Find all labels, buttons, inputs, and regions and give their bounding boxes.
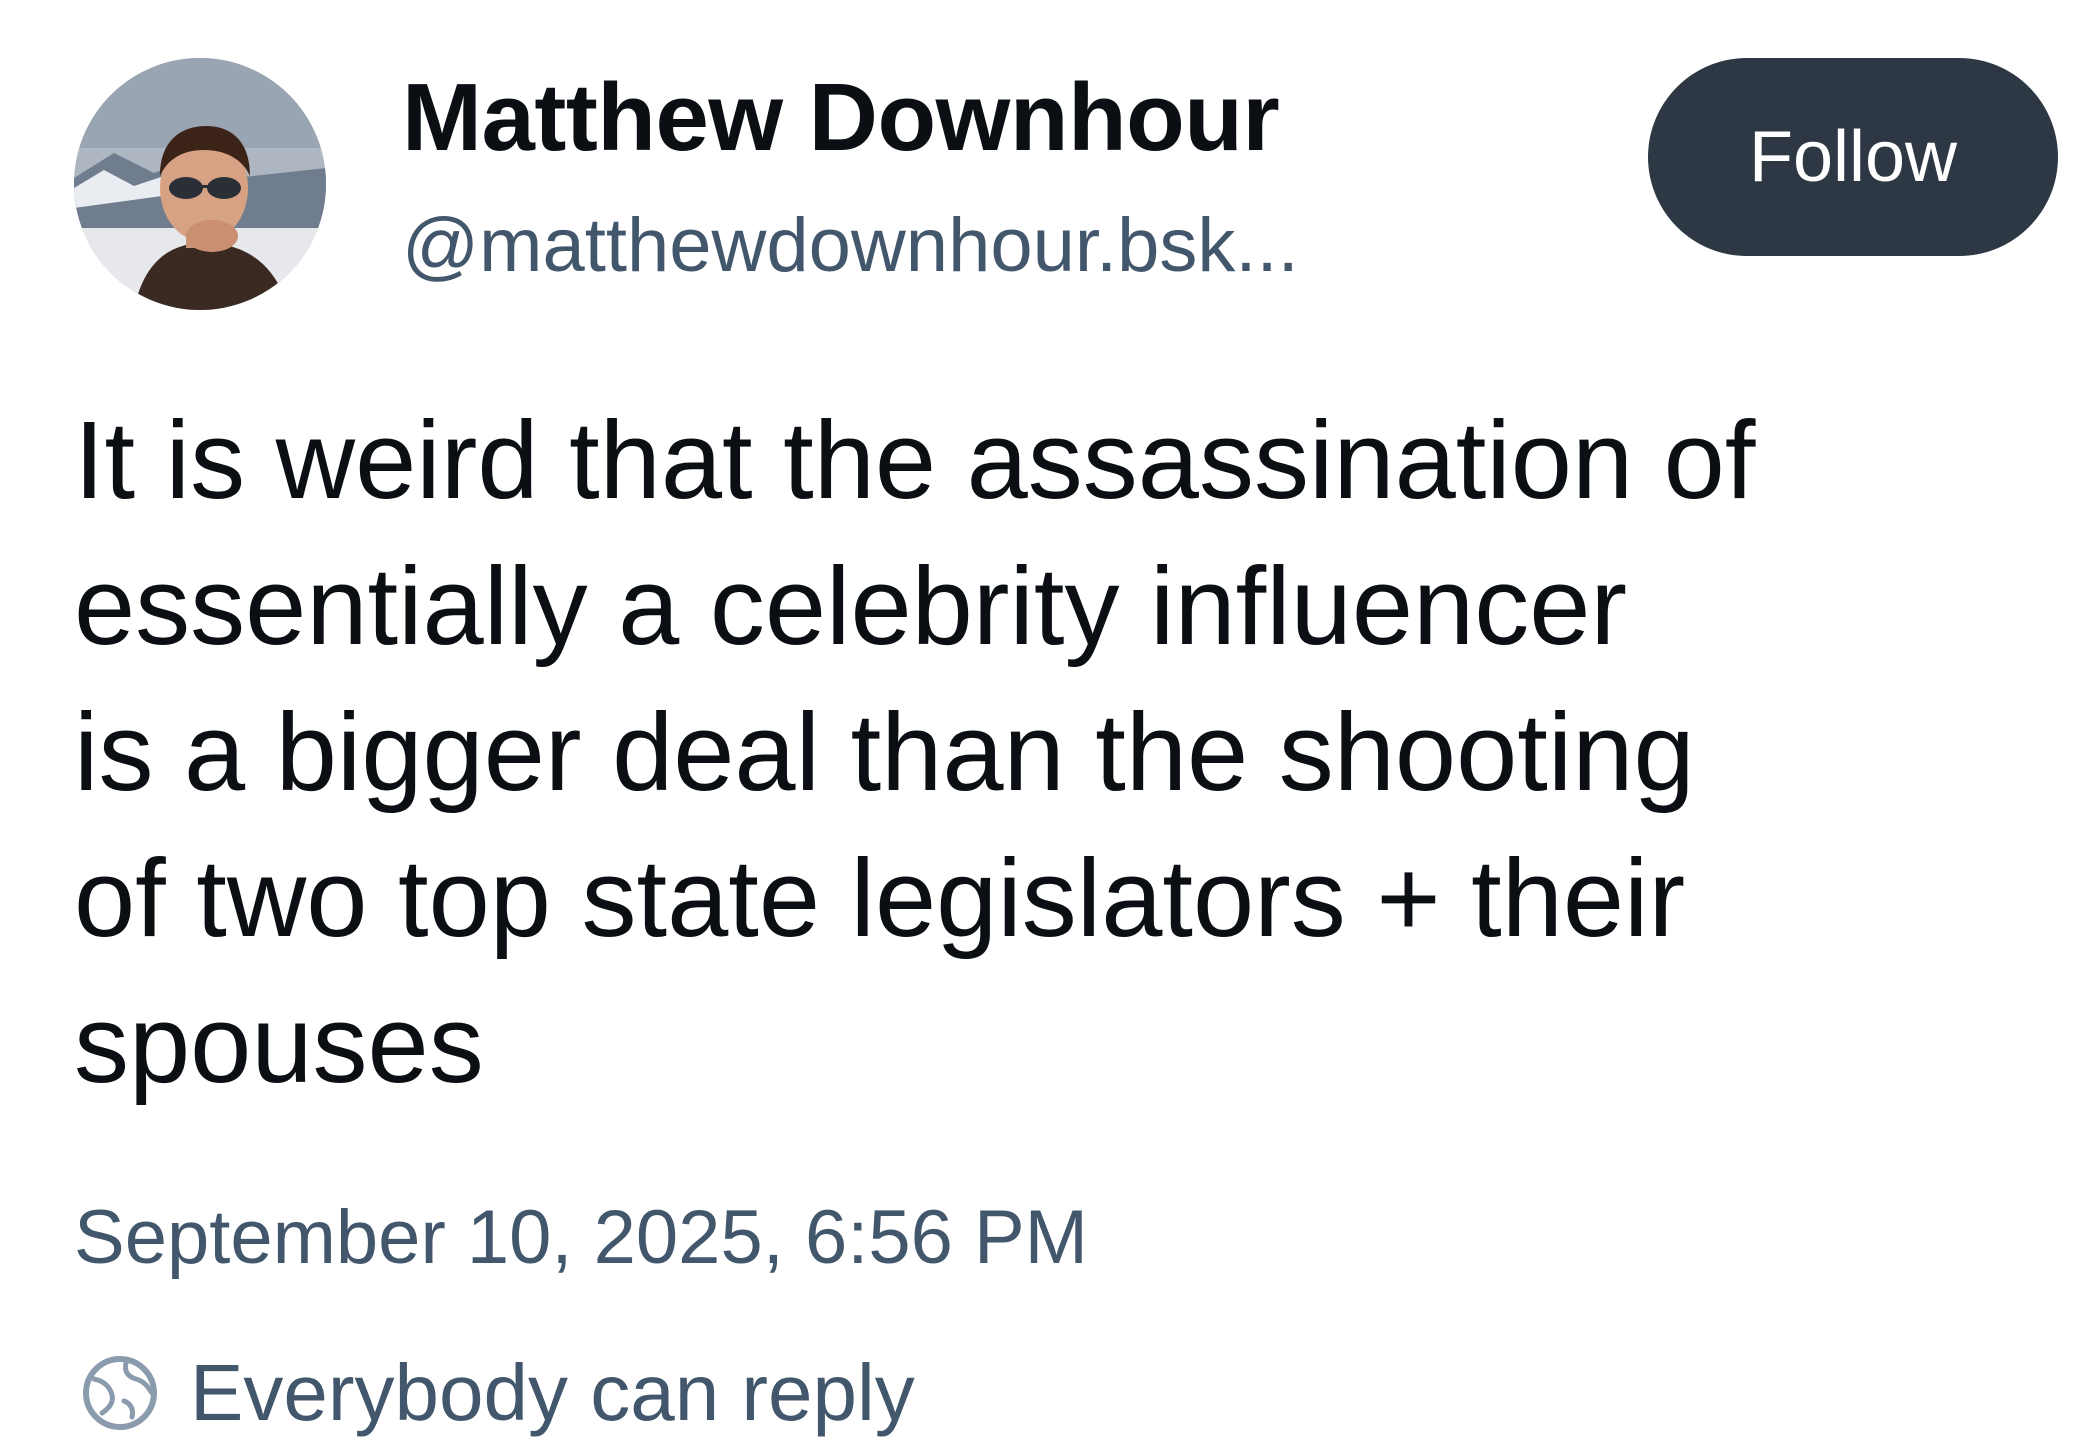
- post-card: Matthew Downhour @matthewdownhour.bsk...…: [0, 0, 2098, 1434]
- globe-icon: [80, 1353, 160, 1433]
- avatar[interactable]: [74, 58, 326, 310]
- post-text-line: spouses: [74, 983, 484, 1106]
- post-text-line: It is weird that the assassination of: [74, 399, 1756, 522]
- post-timestamp: September 10, 2025, 6:56 PM: [74, 1195, 1088, 1280]
- reply-setting-label: Everybody can reply: [190, 1348, 915, 1437]
- post-text: It is weird that the assassination of es…: [74, 388, 2034, 1118]
- author-handle[interactable]: @matthewdownhour.bsk...: [402, 208, 1582, 284]
- author-info: Matthew Downhour @matthewdownhour.bsk...: [402, 70, 1582, 284]
- author-display-name[interactable]: Matthew Downhour: [402, 70, 1582, 166]
- reply-setting[interactable]: Everybody can reply: [80, 1348, 915, 1438]
- follow-button[interactable]: Follow: [1648, 58, 2058, 256]
- post-text-line: of two top state legislators + their: [74, 837, 1686, 960]
- post-text-line: essentially a celebrity influencer: [74, 545, 1627, 668]
- avatar-photo: [74, 58, 326, 310]
- post-text-line: is a bigger deal than the shooting: [74, 691, 1695, 814]
